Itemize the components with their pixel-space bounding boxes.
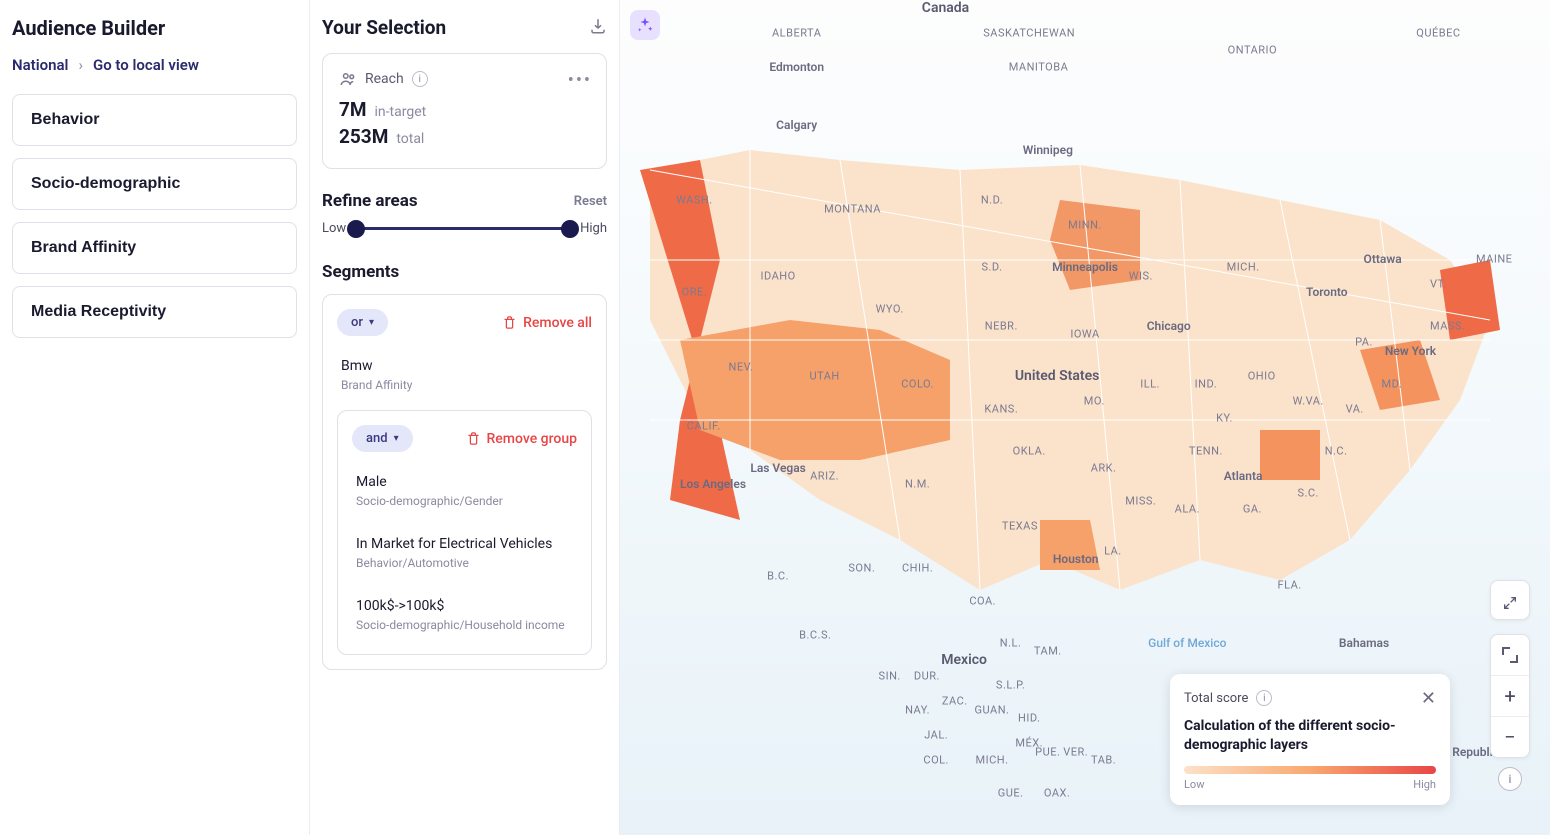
remove-all-label: Remove all — [523, 315, 592, 331]
selection-panel: Your Selection ••• Reach i 7M in-target … — [310, 0, 620, 835]
remove-group-button[interactable]: Remove group — [466, 431, 578, 447]
filter-media-receptivity[interactable]: Media Receptivity — [12, 286, 297, 338]
people-icon — [339, 70, 357, 88]
chevron-down-icon: ▾ — [394, 433, 399, 444]
operator-and-chip[interactable]: and ▾ — [352, 425, 413, 452]
ai-sparkle-button[interactable] — [630, 10, 660, 40]
segment-name: 100k$->100k$ — [356, 598, 573, 614]
legend-gradient — [1184, 766, 1436, 774]
trash-icon — [502, 315, 517, 330]
breadcrumb-current[interactable]: National — [12, 56, 68, 74]
remove-group-label: Remove group — [487, 431, 578, 447]
chevron-down-icon: ▾ — [369, 317, 374, 328]
legend-title: Calculation of the different socio-demog… — [1184, 717, 1436, 756]
fullscreen-button[interactable] — [1491, 635, 1529, 675]
reach-label: Reach — [365, 71, 404, 87]
breadcrumb-next[interactable]: Go to local view — [93, 56, 199, 74]
in-target-value: 7M — [339, 98, 367, 121]
refine-slider-row: Low High — [322, 221, 607, 236]
close-icon[interactable]: ✕ — [1421, 688, 1436, 709]
reset-button[interactable]: Reset — [574, 194, 607, 209]
reach-card: ••• Reach i 7M in-target 253M total — [322, 53, 607, 169]
segment-item[interactable]: Male Socio-demographic/Gender — [352, 466, 577, 516]
segment-path: Behavior/Automotive — [356, 556, 573, 570]
segment-name: Bmw — [341, 358, 588, 374]
info-icon[interactable]: i — [1256, 690, 1272, 706]
map-expand-control — [1490, 580, 1530, 620]
segment-path: Socio-demographic/Household income — [356, 618, 573, 632]
remove-all-button[interactable]: Remove all — [502, 315, 592, 331]
segment-item[interactable]: Bmw Brand Affinity — [337, 350, 592, 400]
filter-socio-demographic[interactable]: Socio-demographic — [12, 158, 297, 210]
refine-title: Refine areas — [322, 191, 418, 211]
operator-or-chip[interactable]: or ▾ — [337, 309, 388, 336]
segments-title: Segments — [322, 262, 607, 282]
zoom-in-button[interactable]: + — [1491, 675, 1529, 716]
refine-slider[interactable] — [356, 227, 570, 230]
segment-path: Brand Affinity — [341, 378, 588, 392]
chevron-right-icon: › — [78, 56, 83, 74]
breadcrumb: National › Go to local view — [12, 56, 297, 74]
info-icon[interactable]: i — [412, 71, 428, 87]
slider-knob-high[interactable] — [561, 220, 579, 238]
slider-low-label: Low — [322, 221, 346, 236]
selection-title: Your Selection — [322, 16, 446, 39]
operator-or-label: or — [351, 315, 363, 330]
segment-item[interactable]: In Market for Electrical Vehicles Behavi… — [352, 528, 577, 578]
legend-low: Low — [1184, 778, 1204, 791]
map-info-button[interactable]: i — [1498, 767, 1522, 791]
download-icon[interactable] — [589, 17, 607, 39]
filter-brand-affinity[interactable]: Brand Affinity — [12, 222, 297, 274]
map-zoom-control: + − — [1490, 634, 1530, 758]
slider-knob-low[interactable] — [347, 220, 365, 238]
segment-item[interactable]: 100k$->100k$ Socio-demographic/Household… — [352, 590, 577, 640]
legend-head-label: Total score — [1184, 691, 1248, 706]
trash-icon — [466, 431, 481, 446]
filter-behavior[interactable]: Behavior — [12, 94, 297, 146]
segment-name: Male — [356, 474, 573, 490]
page-title: Audience Builder — [12, 16, 297, 40]
segment-group: and ▾ Remove group Male Socio-demographi… — [337, 410, 592, 655]
legend-high: High — [1413, 778, 1436, 791]
expand-button[interactable] — [1491, 581, 1529, 619]
total-label: total — [396, 131, 424, 147]
segment-path: Socio-demographic/Gender — [356, 494, 573, 508]
segments-card: or ▾ Remove all Bmw Brand Affinity and ▾… — [322, 294, 607, 670]
slider-high-label: High — [580, 221, 607, 236]
sidebar: Audience Builder National › Go to local … — [0, 0, 310, 835]
operator-and-label: and — [366, 431, 388, 446]
total-value: 253M — [339, 125, 388, 148]
segment-name: In Market for Electrical Vehicles — [356, 536, 573, 552]
more-icon[interactable]: ••• — [568, 70, 592, 91]
zoom-out-button[interactable]: − — [1491, 716, 1529, 757]
map-area[interactable]: ALBERTASASKATCHEWANMANITOBAONTARIOQUÉBEC… — [620, 0, 1550, 835]
in-target-label: in-target — [375, 104, 427, 120]
legend-card: Total score i ✕ Calculation of the diffe… — [1170, 674, 1450, 805]
